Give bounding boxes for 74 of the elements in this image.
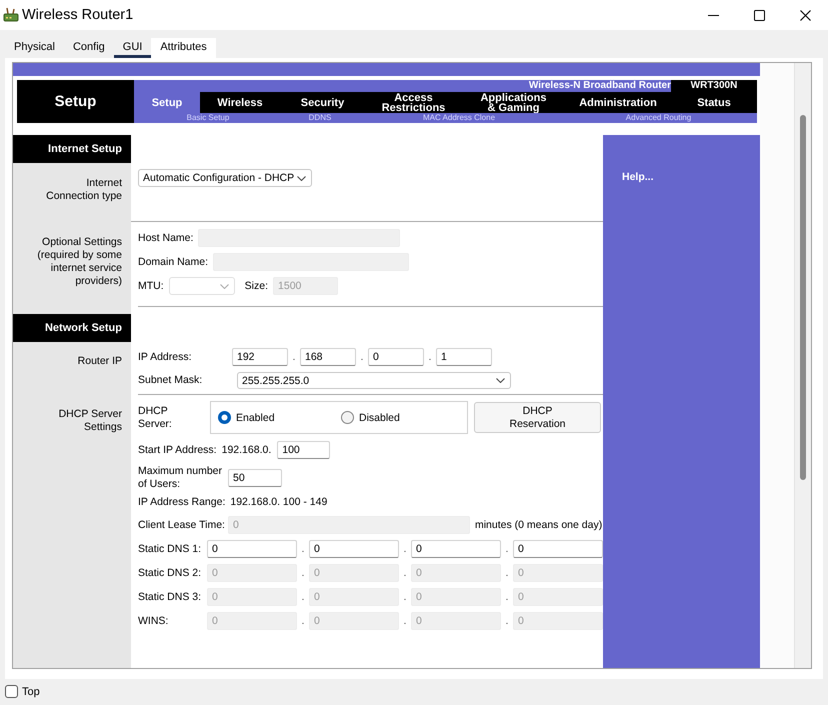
scrollbar-track[interactable] — [794, 63, 811, 668]
section-heading: Internet Setup — [13, 135, 131, 163]
tab[interactable]: Config — [64, 38, 114, 58]
field-label: Subnet Mask: — [138, 374, 204, 387]
octet-separator: . — [504, 615, 510, 627]
octet-separator: . — [300, 591, 306, 603]
router-icon — [3, 7, 19, 23]
octet-separator: . — [402, 591, 408, 603]
field-label: DHCP Server: — [138, 404, 173, 430]
maximize-icon — [754, 10, 764, 20]
octet-separator: . — [504, 543, 510, 555]
tab[interactable]: Attributes — [151, 38, 216, 58]
field-label: Domain Name: — [138, 256, 208, 268]
dns-octet-field[interactable]: 0 — [207, 540, 297, 558]
ip-octet-field[interactable]: 0 — [368, 348, 424, 366]
field-label: Start IP Address: — [138, 444, 217, 456]
chevron-down-icon — [297, 176, 306, 180]
field-label: Static DNS 1: — [138, 542, 202, 556]
section-label: Router IP — [13, 342, 131, 395]
field-label: Static DNS 3: — [138, 590, 202, 604]
checkbox-label: Top — [22, 686, 40, 698]
radio-option[interactable]: Enabled — [218, 411, 341, 424]
octet-separator: . — [402, 567, 408, 579]
octet-separator: . — [402, 615, 408, 627]
product-name: Wireless-N Broadband Router — [528, 80, 671, 92]
ip-octet-field[interactable]: 192 — [232, 348, 288, 366]
lease-unit-label: minutes (0 means one day) — [474, 519, 602, 531]
field-label: Host Name: — [138, 232, 194, 244]
dns-octet-field[interactable]: 0 — [309, 540, 399, 558]
header-title: Setup — [17, 80, 134, 123]
ip-prefix: 192.168.0. — [222, 444, 272, 456]
octet-separator: . — [300, 567, 306, 579]
field-label: Maximum number of Users: — [138, 465, 222, 491]
minimize-icon — [708, 14, 718, 16]
octet-separator: . — [504, 567, 510, 579]
close-icon — [800, 10, 810, 20]
checkbox[interactable] — [5, 685, 18, 698]
dns-octet-field[interactable]: 0 — [411, 540, 501, 558]
octet-separator: . — [402, 543, 408, 555]
field-label: Client Lease Time: — [138, 518, 225, 532]
field-label: WINS: — [138, 614, 170, 628]
field-label: MTU: — [138, 280, 164, 292]
field-label: Size: — [244, 280, 268, 292]
chevron-down-icon — [496, 378, 505, 383]
start-ip-field[interactable]: 100 — [277, 441, 330, 459]
octet-separator: . — [504, 591, 510, 603]
chevron-down-icon — [220, 284, 229, 288]
field-label: Static DNS 2: — [138, 566, 202, 580]
octet-separator: . — [300, 543, 306, 555]
section-label: Optional Settings (required by some internet service providers) — [13, 222, 131, 314]
ip-octet-field[interactable]: 1 — [436, 348, 492, 366]
section-label: DHCP Server Settings — [13, 395, 131, 668]
section-heading: Network Setup — [13, 314, 131, 342]
tab[interactable]: Physical — [5, 38, 64, 58]
section-label: Internet Connection type — [13, 163, 131, 222]
max-users-field[interactable]: 50 — [228, 469, 282, 487]
help-link[interactable]: Help... — [622, 171, 654, 183]
model-name: WRT300N — [671, 80, 757, 92]
octet-separator: . — [300, 615, 306, 627]
field-label: IP Address Range: — [138, 496, 226, 508]
dhcp-reservation-button[interactable]: DHCP Reservation — [474, 402, 601, 433]
ip-octet-field[interactable]: 168 — [300, 348, 356, 366]
field-label: IP Address: — [138, 350, 193, 364]
ip-range-value: 192.168.0. 100 - 149 — [230, 496, 328, 508]
radio-option[interactable]: Disabled — [341, 411, 464, 424]
octet-separator: . — [292, 351, 296, 363]
dns-octet-field[interactable]: 0 — [513, 540, 603, 558]
subnet-mask-select[interactable]: 255.255.255.0 — [237, 372, 511, 389]
scrollbar-thumb[interactable] — [800, 115, 806, 480]
connection-type-select[interactable]: Automatic Configuration - DHCP — [138, 169, 312, 187]
nav-tab[interactable]: Setup — [134, 92, 200, 113]
octet-separator: . — [360, 351, 364, 363]
window-title: Wireless Router1 — [22, 7, 134, 23]
octet-separator: . — [428, 351, 432, 363]
